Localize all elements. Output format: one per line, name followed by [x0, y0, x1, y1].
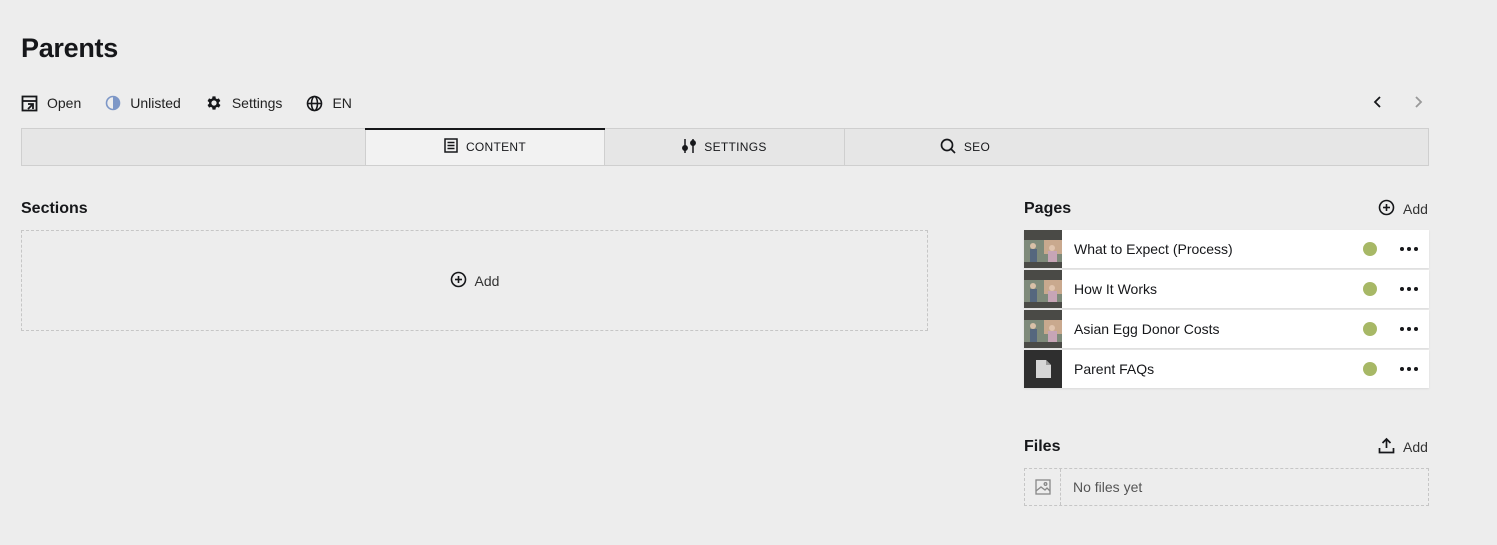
status-listed-icon[interactable] [1363, 282, 1377, 296]
chevron-right-icon[interactable] [1408, 92, 1428, 112]
page-thumbnail [1024, 270, 1062, 308]
page-thumbnail [1024, 310, 1062, 348]
files-heading: Files [1024, 438, 1061, 455]
unlisted-icon [105, 95, 121, 111]
open-button[interactable]: Open [21, 95, 81, 112]
upload-icon [1378, 437, 1395, 457]
language-button[interactable]: EN [306, 95, 352, 112]
status-button[interactable]: Unlisted [105, 95, 181, 111]
files-empty-text: No files yet [1073, 479, 1143, 495]
page-item-title: Parent FAQs [1074, 361, 1155, 377]
language-label: EN [332, 95, 352, 111]
image-icon [1025, 469, 1061, 505]
tab-settings[interactable]: SETTINGS [605, 129, 845, 165]
sections-heading: Sections [21, 200, 88, 217]
settings-label: Settings [231, 95, 283, 111]
settings-button[interactable]: Settings [205, 94, 283, 112]
chevron-left-icon[interactable] [1368, 92, 1388, 112]
tab-content[interactable]: CONTENT [365, 128, 605, 165]
sliders-icon [682, 138, 697, 157]
globe-icon [306, 95, 323, 112]
page-item[interactable]: Parent FAQs [1024, 350, 1429, 388]
tab-bar: CONTENT SETTINGS SEO [21, 128, 1429, 166]
search-icon [940, 138, 956, 157]
pages-list: What to Expect (Process) How It Works As… [1024, 230, 1429, 390]
page-item-title: Asian Egg Donor Costs [1074, 321, 1220, 337]
tab-settings-label: SETTINGS [704, 140, 767, 154]
plus-circle-icon [1378, 199, 1395, 219]
more-options-icon[interactable] [1399, 247, 1419, 251]
gear-icon [205, 94, 223, 112]
more-options-icon[interactable] [1399, 287, 1419, 291]
page-item[interactable]: What to Expect (Process) [1024, 230, 1429, 268]
document-icon [444, 138, 458, 156]
tab-blank[interactable] [22, 129, 366, 165]
status-listed-icon[interactable] [1363, 242, 1377, 256]
pages-heading: Pages [1024, 200, 1072, 217]
page-title: Parents [21, 33, 118, 63]
sections-dropzone: Add [21, 230, 928, 331]
page-item-title: How It Works [1074, 281, 1157, 297]
upload-file-button[interactable]: Add [1378, 437, 1428, 457]
open-icon [21, 95, 38, 112]
tab-seo-label: SEO [963, 140, 991, 154]
more-options-icon[interactable] [1399, 367, 1419, 371]
status-label: Unlisted [130, 95, 181, 111]
add-section-label: Add [474, 272, 500, 289]
page-item-title: What to Expect (Process) [1074, 241, 1233, 257]
add-section-button[interactable]: Add [450, 271, 500, 291]
add-page-button[interactable]: Add [1378, 199, 1428, 219]
open-label: Open [47, 95, 82, 111]
plus-circle-icon [450, 271, 467, 291]
status-listed-icon[interactable] [1363, 362, 1377, 376]
page-navigation [1368, 92, 1428, 112]
tab-content-label: CONTENT [465, 140, 527, 154]
page-item[interactable]: Asian Egg Donor Costs [1024, 310, 1429, 348]
more-options-icon[interactable] [1399, 327, 1419, 331]
tab-seo[interactable]: SEO [845, 129, 1085, 165]
add-page-label: Add [1403, 201, 1428, 217]
page-item[interactable]: How It Works [1024, 270, 1429, 308]
page-thumbnail [1024, 230, 1062, 268]
file-thumbnail-icon [1024, 350, 1062, 388]
files-empty-state[interactable]: No files yet [1024, 468, 1429, 506]
header-actions: Open Unlisted Settings EN [21, 92, 376, 114]
upload-file-label: Add [1403, 439, 1428, 455]
status-listed-icon[interactable] [1363, 322, 1377, 336]
